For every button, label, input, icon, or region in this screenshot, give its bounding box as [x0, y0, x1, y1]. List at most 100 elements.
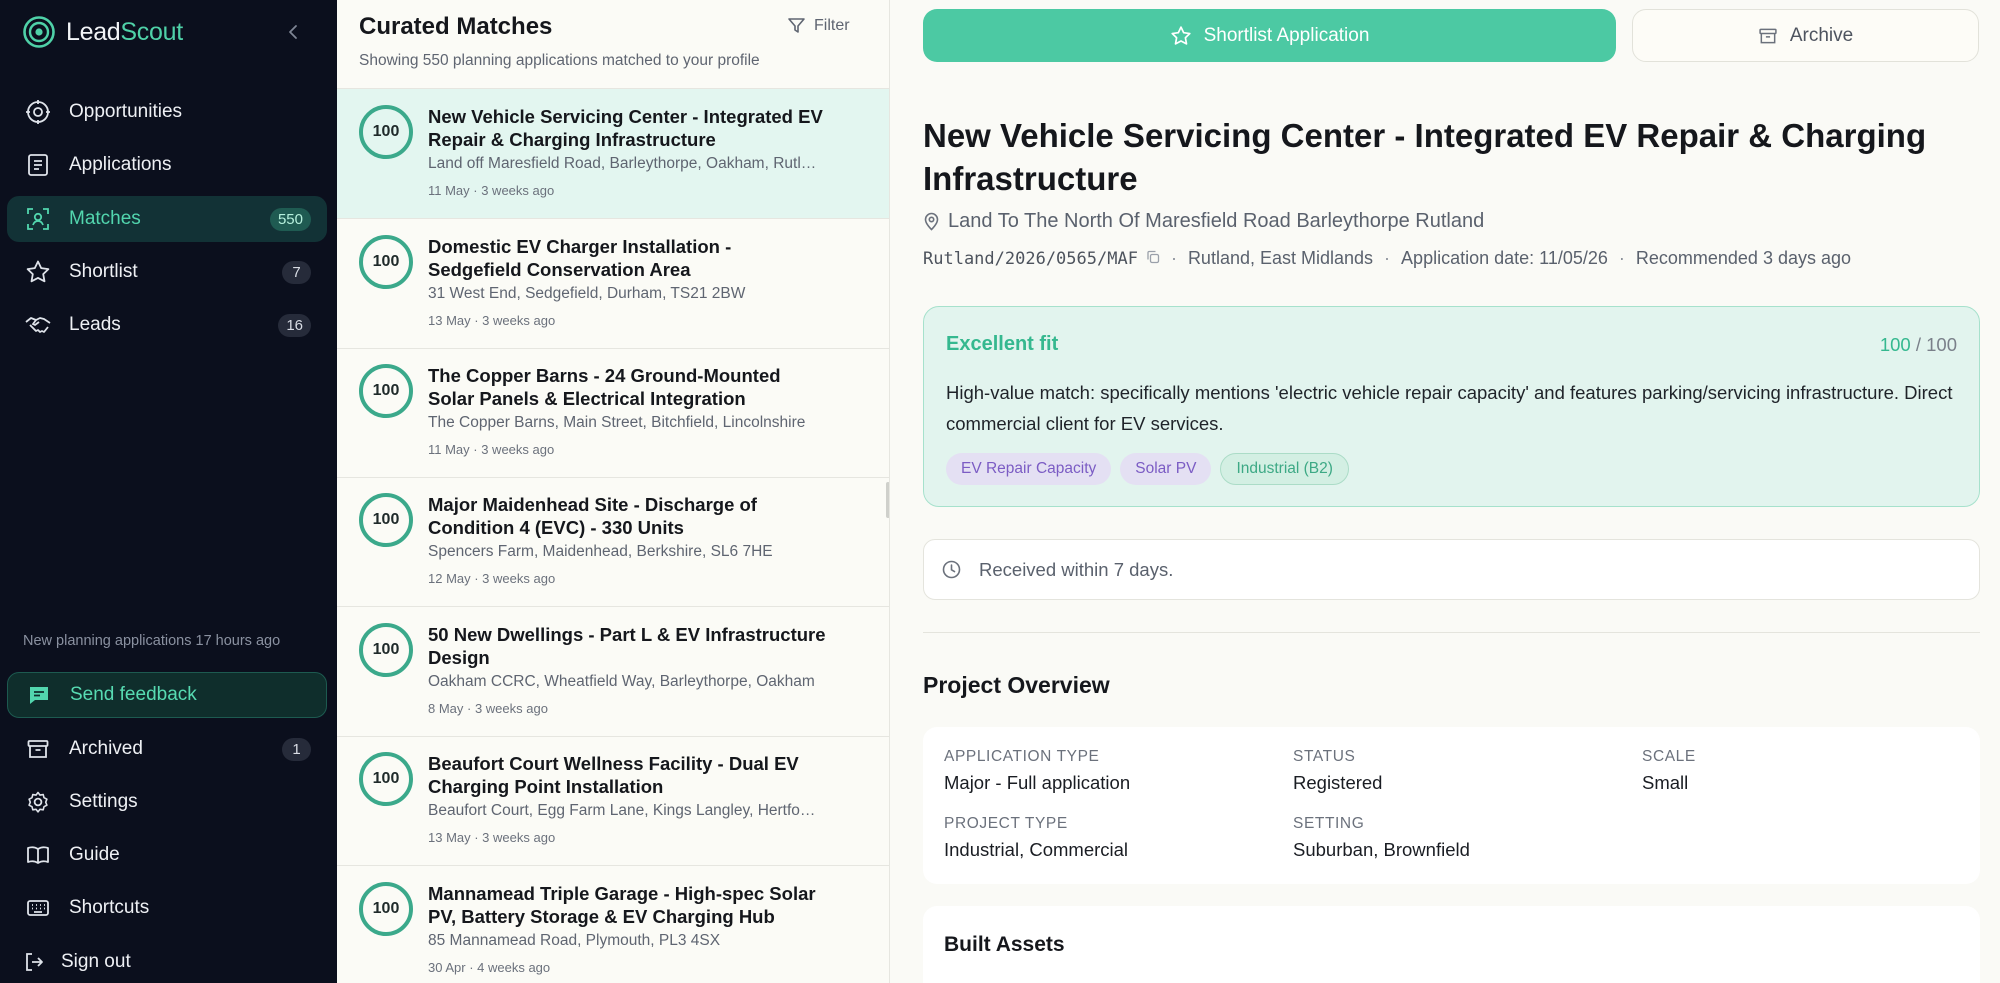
shortlist-application-button[interactable]: Shortlist Application	[923, 9, 1616, 62]
match-row[interactable]: 100 Mannamead Triple Garage - High-spec …	[337, 866, 889, 983]
nav-label: Applications	[69, 154, 172, 175]
separator: ·	[1170, 248, 1177, 268]
nav-label: Sign out	[61, 951, 131, 972]
sidebar: LeadScout Opportunities Applications Mat…	[0, 0, 337, 983]
match-address: Spencers Farm, Maidenhead, Berkshire, SL…	[428, 543, 773, 560]
brand-name: LeadScout	[66, 17, 183, 46]
nav-guide[interactable]: Guide	[7, 832, 327, 878]
match-score: 100	[359, 235, 413, 289]
leads-count-badge: 16	[278, 314, 311, 337]
region: Rutland, East Midlands	[1187, 248, 1374, 268]
match-title: The Copper Barns - 24 Ground-Mounted Sol…	[428, 365, 781, 409]
match-address: Beaufort Court, Egg Farm Lane, Kings Lan…	[428, 802, 818, 819]
matches-count-badge: 550	[269, 208, 311, 231]
location-text: Land To The North Of Maresfield Road Bar…	[948, 210, 1485, 232]
fit-label: Excellent fit	[946, 333, 1059, 355]
fit-tags: EV Repair Capacity Solar PV Industrial (…	[946, 453, 1358, 485]
shortlist-label: Shortlist Application	[1203, 24, 1370, 46]
separator: ·	[1618, 248, 1625, 268]
match-score: 100	[359, 493, 413, 547]
message-icon	[24, 680, 54, 710]
field-key: STATUS	[1293, 748, 1356, 765]
application-date: Application date: 11/05/26	[1401, 248, 1608, 268]
list-title: Curated Matches	[359, 13, 553, 40]
built-assets-card: Built Assets	[923, 906, 1980, 983]
nav-leads[interactable]: Leads 16	[7, 302, 327, 348]
fit-card: Excellent fit 100 / 100 High-value match…	[923, 306, 1980, 507]
match-address: Land off Maresfield Road, Barleythorpe, …	[428, 155, 818, 172]
field-status: STATUS Registered	[1293, 748, 1382, 794]
sync-status: New planning applications 17 hours ago	[23, 633, 281, 649]
field-value: Small	[1642, 772, 1689, 793]
match-title: New Vehicle Servicing Center - Integrate…	[428, 106, 823, 150]
field-project-type: PROJECT TYPE Industrial, Commercial	[944, 815, 1128, 861]
nav-label: Opportunities	[69, 101, 183, 122]
match-score: 100	[359, 105, 413, 159]
nav-settings[interactable]: Settings	[7, 779, 327, 825]
archive-label: Archive	[1789, 24, 1854, 46]
star-icon	[23, 257, 53, 287]
application-meta: Rutland/2026/0565/MAF · Rutland, East Mi…	[923, 248, 1851, 269]
collapse-sidebar-button[interactable]	[284, 22, 304, 42]
match-title: Beaufort Court Wellness Facility - Dual …	[428, 753, 799, 797]
field-value: Major - Full application	[944, 772, 1131, 793]
field-key: SETTING	[1293, 815, 1365, 832]
map-pin-icon	[924, 212, 939, 231]
scan-user-icon	[23, 204, 53, 234]
archive-button[interactable]: Archive	[1632, 9, 1979, 62]
nav-archived[interactable]: Archived 1	[7, 726, 327, 772]
filter-button[interactable]: Filter	[787, 16, 850, 35]
matches-list-pane: Curated Matches Showing 550 planning app…	[337, 0, 890, 983]
application-title: New Vehicle Servicing Center - Integrate…	[923, 117, 1927, 197]
star-icon	[1170, 25, 1191, 45]
brand-logo[interactable]: LeadScout	[22, 14, 183, 50]
archive-icon	[23, 734, 53, 764]
tag-ev-repair: EV Repair Capacity	[946, 453, 1112, 485]
match-row[interactable]: 100 The Copper Barns - 24 Ground-Mounted…	[337, 348, 889, 478]
nav-shortcuts[interactable]: Shortcuts	[7, 885, 327, 931]
nav-applications[interactable]: Applications	[7, 142, 327, 188]
reference-number: Rutland/2026/0565/MAF	[923, 248, 1138, 269]
filter-label: Filter	[814, 16, 850, 34]
match-address: 85 Mannamead Road, Plymouth, PL3 4SX	[428, 932, 721, 949]
match-row[interactable]: 100 New Vehicle Servicing Center - Integ…	[337, 89, 889, 219]
field-value: Registered	[1293, 772, 1383, 793]
match-row[interactable]: 100 50 New Dwellings - Part L & EV Infra…	[337, 607, 889, 737]
nav-label: Send feedback	[70, 684, 197, 705]
detail-pane: Shortlist Application Archive New Vehicl…	[890, 0, 2000, 983]
list-header: Curated Matches Showing 550 planning app…	[337, 0, 889, 89]
match-row[interactable]: 100 Beaufort Court Wellness Facility - D…	[337, 736, 889, 866]
archive-icon	[1759, 28, 1777, 43]
match-address: Oakham CCRC, Wheatfield Way, Barleythorp…	[428, 673, 815, 690]
match-date: 13 May · 3 weeks ago	[428, 830, 556, 845]
nav-label: Matches	[69, 208, 141, 229]
gear-icon	[23, 787, 53, 817]
shortlist-count-badge: 7	[282, 261, 311, 284]
match-row[interactable]: 100 Major Maidenhead Site - Discharge of…	[337, 477, 889, 607]
copy-reference-button[interactable]	[1146, 248, 1160, 269]
match-date: 30 Apr · 4 weeks ago	[428, 960, 551, 975]
received-notice: Received within 7 days.	[923, 539, 1980, 600]
nav-shortlist[interactable]: Shortlist 7	[7, 249, 327, 295]
project-overview-card: APPLICATION TYPE Major - Full applicatio…	[923, 727, 1980, 884]
nav-matches[interactable]: Matches 550	[7, 196, 327, 242]
match-title: 50 New Dwellings - Part L & EV Infrastru…	[428, 624, 826, 668]
send-feedback-button[interactable]: Send feedback	[7, 672, 327, 718]
match-address: The Copper Barns, Main Street, Bitchfiel…	[428, 414, 806, 431]
project-overview-title: Project Overview	[923, 672, 1110, 698]
field-setting: SETTING Suburban, Brownfield	[1293, 815, 1470, 861]
archived-count-badge: 1	[282, 738, 311, 761]
target-icon	[23, 97, 53, 127]
field-value: Suburban, Brownfield	[1293, 839, 1470, 860]
nav-label: Archived	[69, 738, 143, 759]
nav-opportunities[interactable]: Opportunities	[7, 89, 327, 135]
filter-icon	[788, 18, 805, 33]
match-row[interactable]: 100 Domestic EV Charger Installation - S…	[337, 219, 889, 349]
field-key: SCALE	[1642, 748, 1696, 765]
sign-out-button[interactable]: Sign out	[7, 939, 327, 983]
match-score: 100	[359, 882, 413, 936]
match-score: 100	[359, 364, 413, 418]
match-date: 8 May · 3 weeks ago	[428, 701, 548, 716]
separator: ·	[1384, 248, 1391, 268]
keyboard-icon	[23, 893, 53, 923]
